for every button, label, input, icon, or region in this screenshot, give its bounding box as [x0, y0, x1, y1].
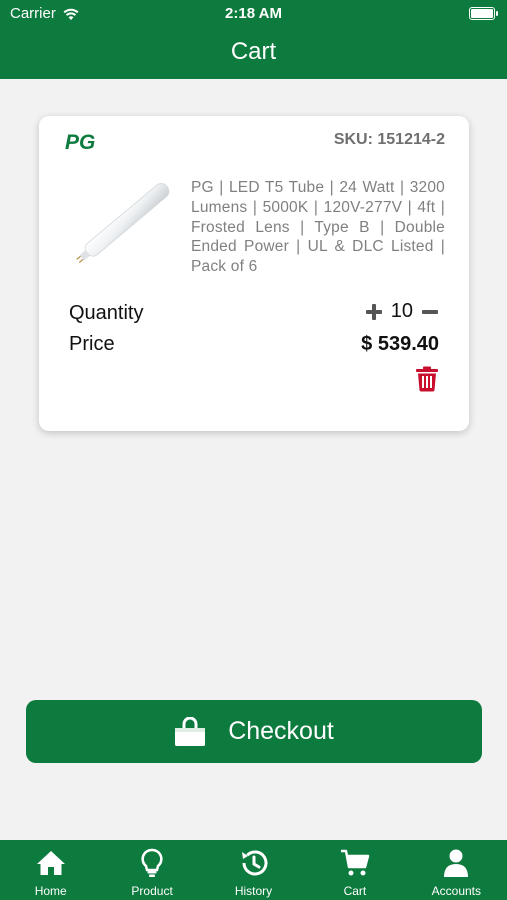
tab-history[interactable]: History: [203, 840, 304, 900]
quantity-label: Quantity: [69, 302, 144, 324]
tab-home-label: Home: [34, 884, 67, 898]
tab-product[interactable]: Product: [101, 840, 202, 900]
tab-cart-label: Cart: [343, 884, 367, 898]
shopping-bag-icon: [175, 716, 206, 746]
minus-icon: [422, 309, 438, 314]
battery-icon: [469, 7, 498, 20]
history-icon: [241, 850, 267, 876]
tab-product-label: Product: [131, 884, 173, 898]
brand-label: PG: [65, 131, 96, 154]
page-title: Cart: [230, 38, 277, 65]
tab-bar: Home Product History Cart Accounts: [0, 840, 507, 900]
product-image: [76, 183, 170, 263]
cart-icon: [340, 849, 370, 876]
tab-cart[interactable]: Cart: [304, 840, 405, 900]
checkout-label: Checkout: [228, 717, 334, 745]
nav-bar: Cart: [0, 28, 507, 79]
tab-accounts[interactable]: Accounts: [406, 840, 507, 900]
status-bar: Carrier 2:18 AM: [0, 0, 507, 28]
tab-history-label: History: [234, 884, 273, 898]
cart-item-card: PG SKU: 151214-2 PG | LED T5 Tube | 24 W…: [39, 116, 469, 431]
tab-home[interactable]: Home: [0, 840, 101, 900]
price-value: $ 539.40: [361, 333, 439, 355]
plus-icon: [365, 303, 382, 320]
product-description: PG | LED T5 Tube | 24 Watt | 3200 Lumens…: [191, 179, 445, 276]
tab-accounts-label: Accounts: [431, 884, 481, 898]
lightbulb-icon: [141, 848, 163, 877]
trash-icon[interactable]: [415, 366, 439, 392]
home-icon: [36, 851, 65, 875]
user-icon: [444, 849, 469, 877]
quantity-stepper: 10: [365, 300, 439, 323]
decrease-quantity-button[interactable]: [421, 303, 439, 321]
sku-label: SKU: 151214-2: [333, 131, 445, 148]
checkout-button[interactable]: Checkout: [26, 700, 482, 763]
status-time: 2:18 AM: [225, 5, 282, 22]
price-label: Price: [69, 333, 115, 355]
increase-quantity-button[interactable]: [365, 303, 383, 321]
quantity-value: 10: [390, 300, 413, 322]
